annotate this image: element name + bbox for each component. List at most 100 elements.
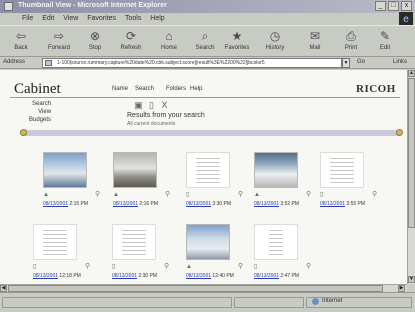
magnify-icon[interactable]: ⚲ [95, 190, 100, 198]
menu-edit[interactable]: Edit [42, 15, 54, 22]
thumbnail-card: ▯ ⚲ 08/13/2001 2:30 PM [112, 224, 172, 284]
capture-date: 08/13/2001 12:40 PM [186, 273, 234, 279]
address-input[interactable]: 1-100|source.rummary.capture%20date%20.c… [42, 58, 342, 68]
date-link[interactable]: 08/13/2001 [186, 201, 211, 207]
date-link[interactable]: 08/13/2001 [186, 273, 211, 279]
menu-help[interactable]: Help [150, 15, 164, 22]
document-thumbnail[interactable] [186, 152, 230, 188]
left-nav-view[interactable]: View [29, 108, 51, 116]
capture-date: 08/13/2001 3:30 PM [186, 201, 231, 207]
horizontal-scrollbar[interactable]: ◀ ▶ [0, 284, 407, 292]
date-link[interactable]: 08/13/2001 [33, 273, 58, 279]
cabinet-logo[interactable]: Cabinet [14, 81, 61, 98]
ie-window-icon[interactable] [4, 2, 13, 11]
nav-folders[interactable]: Folders [166, 86, 186, 92]
magnify-icon[interactable]: ⚲ [85, 262, 90, 270]
vertical-scroll-thumb[interactable] [408, 78, 415, 228]
document-type-icon[interactable]: ▯ [320, 192, 326, 198]
image-type-icon[interactable]: ▲ [254, 192, 260, 198]
magnify-icon[interactable]: ⚲ [165, 190, 170, 198]
stop-icon: ⊗ [89, 29, 101, 43]
status-progress-pane [234, 297, 304, 308]
menu-file[interactable]: File [22, 15, 33, 22]
photo-thumbnail[interactable] [186, 224, 230, 260]
header-divider [10, 97, 400, 98]
menu-tools[interactable]: Tools [125, 15, 141, 22]
nav-name[interactable]: Name [112, 86, 128, 92]
image-type-icon[interactable]: ▲ [43, 192, 49, 198]
capture-date: 08/13/2001 3:52 PM [254, 201, 299, 207]
mail-button[interactable]: ✉ Mail [296, 28, 334, 51]
date-link[interactable]: 08/13/2001 [254, 273, 279, 279]
results-subtitle: All current documents [127, 121, 176, 127]
nav-help[interactable]: Help [190, 86, 202, 92]
toolbar-label: Stop [88, 45, 102, 51]
history-button[interactable]: ◷ History [256, 28, 294, 51]
menu-favorites[interactable]: Favorites [87, 15, 116, 22]
document-type-icon[interactable]: ▯ [254, 264, 260, 270]
capture-date: 08/13/2001 2:47 PM [254, 273, 299, 279]
date-link[interactable]: 08/13/2001 [43, 201, 68, 207]
go-button[interactable]: Go [357, 59, 365, 65]
standard-toolbar: ⇦ Back ⇨ Forward ⊗ Stop ⟳ Refresh ⌂ Home ⌕ Search ★ F… [0, 25, 415, 57]
magnify-icon[interactable]: ⚲ [306, 190, 311, 198]
nav-search[interactable]: Search [135, 86, 154, 92]
date-link[interactable]: 08/13/2001 [112, 273, 137, 279]
thumbnail-card: ▲ ⚲ 08/13/2001 2:15 PM [43, 152, 103, 218]
home-button[interactable]: ⌂ Home [150, 28, 188, 51]
magnify-icon[interactable]: ⚲ [372, 190, 377, 198]
history-icon: ◷ [269, 29, 281, 43]
document-thumbnail[interactable] [320, 152, 364, 188]
results-bar-left-knob-icon[interactable] [20, 129, 27, 136]
left-nav-budgets[interactable]: Budgets [29, 116, 51, 124]
left-nav-search[interactable]: Search [29, 100, 51, 108]
back-button[interactable]: ⇦ Back [2, 28, 40, 51]
close-button[interactable]: x [401, 1, 412, 11]
links-button[interactable]: Links [393, 59, 407, 65]
vertical-scrollbar[interactable]: ▲ ▼ [407, 70, 415, 284]
magnify-icon[interactable]: ⚲ [238, 190, 243, 198]
print-button[interactable]: ⎙ Print [332, 28, 370, 51]
document-thumbnail[interactable] [254, 224, 298, 260]
document-type-icon[interactable]: ▯ [112, 264, 118, 270]
photo-thumbnail[interactable] [254, 152, 298, 188]
document-type-icon[interactable]: ▯ [33, 264, 39, 270]
date-link[interactable]: 08/13/2001 [113, 201, 138, 207]
print-icon: ⎙ [346, 29, 356, 43]
document-thumbnail[interactable] [112, 224, 156, 260]
photo-thumbnail[interactable] [113, 152, 157, 188]
edit-button[interactable]: ✎ Edit [366, 28, 404, 51]
horizontal-scroll-thumb[interactable] [8, 285, 383, 292]
toolbar-label: Edit [379, 45, 391, 51]
split-icon[interactable]: Ⅹ [159, 100, 170, 110]
magnify-icon[interactable]: ⚲ [164, 262, 169, 270]
document-icon[interactable]: ▯ [146, 100, 157, 110]
date-link[interactable]: 08/13/2001 [320, 201, 345, 207]
results-bar-right-knob-icon[interactable] [396, 129, 403, 136]
document-thumbnail[interactable] [33, 224, 77, 260]
scroll-down-arrow-icon[interactable]: ▼ [408, 276, 415, 283]
photo-thumbnail[interactable] [43, 152, 87, 188]
stop-button[interactable]: ⊗ Stop [76, 28, 114, 51]
mail-icon: ✉ [309, 29, 321, 43]
capture-date: 08/13/2001 12:18 PM [33, 273, 81, 279]
favorites-button[interactable]: ★ Favorites [218, 28, 256, 51]
image-type-icon[interactable]: ▲ [113, 192, 119, 198]
image-type-icon[interactable]: ▲ [186, 264, 192, 270]
forward-button[interactable]: ⇨ Forward [40, 28, 78, 51]
scroll-right-arrow-icon[interactable]: ▶ [398, 285, 405, 292]
minimize-button[interactable]: _ [375, 1, 386, 11]
document-type-icon[interactable]: ▯ [186, 192, 192, 198]
refresh-button[interactable]: ⟳ Refresh [112, 28, 150, 51]
magnify-icon[interactable]: ⚲ [238, 262, 243, 270]
magnify-icon[interactable]: ⚲ [306, 262, 311, 270]
address-dropdown-button[interactable]: ▼ [342, 58, 350, 68]
scroll-left-arrow-icon[interactable]: ◀ [0, 285, 7, 292]
results-icons: ▣ ▯ Ⅹ [133, 100, 172, 110]
page-icon [45, 60, 52, 66]
folder-icon[interactable]: ▣ [133, 100, 144, 110]
scroll-up-arrow-icon[interactable]: ▲ [408, 70, 415, 77]
maximize-button[interactable]: □ [388, 1, 399, 11]
menu-view[interactable]: View [63, 15, 78, 22]
date-link[interactable]: 08/13/2001 [254, 201, 279, 207]
